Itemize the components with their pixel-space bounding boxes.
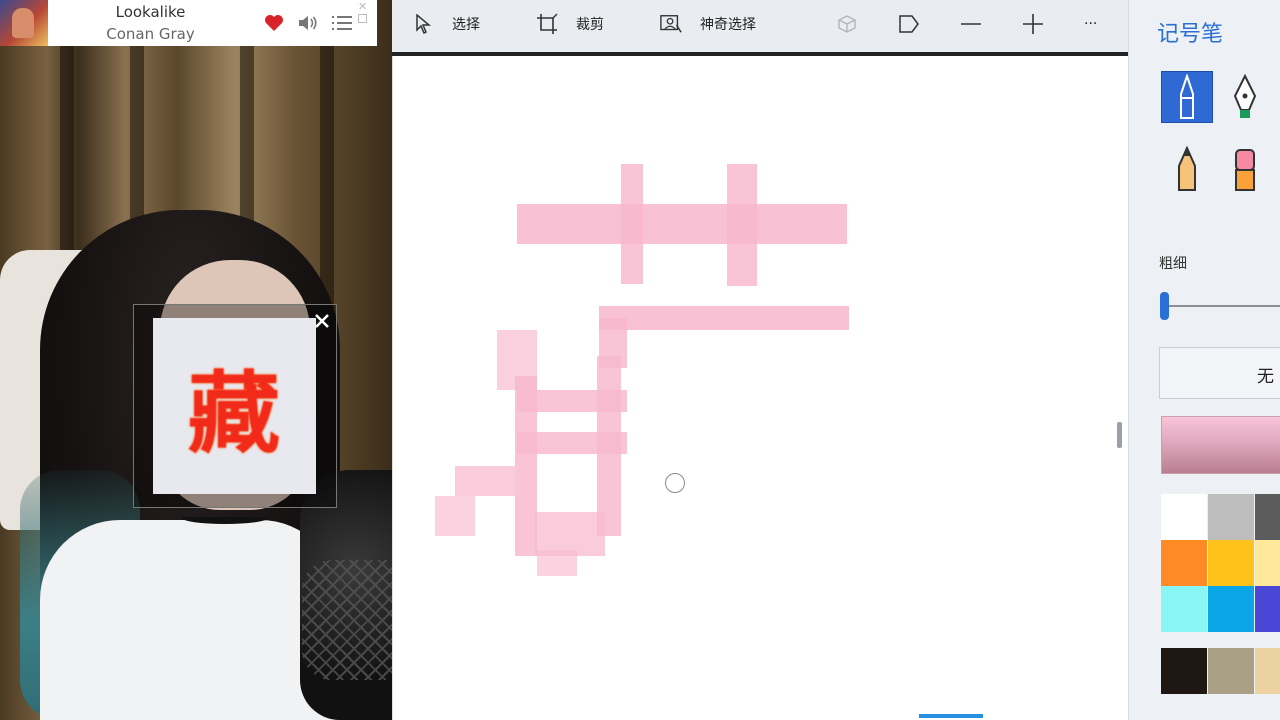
screen: Lookalike Conan Gray ✕ 藏 选择 裁剪 神奇选择 ··· … (0, 0, 1280, 720)
zoom-in-button[interactable] (1022, 0, 1044, 48)
overlay-close-icon[interactable] (312, 311, 332, 331)
stroke-segment (599, 306, 849, 330)
more-options-icon: ··· (1084, 16, 1098, 32)
crop-icon (536, 13, 558, 35)
stroke-segment (621, 164, 643, 284)
magic-select-label: 神奇选择 (700, 17, 756, 33)
stroke-segment (537, 550, 577, 576)
drawing-canvas[interactable] (392, 56, 1128, 720)
panel-title: 记号笔 (1157, 22, 1224, 47)
reference-card: 藏 (153, 318, 316, 494)
thickness-label: 粗细 (1159, 256, 1187, 272)
marker-pen-button[interactable] (1161, 71, 1213, 123)
current-color-preview[interactable] (1161, 416, 1280, 474)
color-swatch[interactable] (1255, 586, 1280, 632)
color-swatch[interactable] (1255, 494, 1280, 540)
thickness-slider-thumb[interactable] (1160, 292, 1169, 320)
person-shirt (40, 520, 340, 720)
more-options-button[interactable]: ··· (1084, 0, 1097, 48)
calligraphy-pen-button[interactable] (1219, 71, 1271, 123)
volume-icon[interactable] (297, 12, 319, 34)
sticker-button[interactable] (898, 0, 920, 48)
widget-maximize-icon[interactable] (358, 14, 367, 23)
view-3d-button[interactable] (836, 0, 858, 48)
view-3d-icon (836, 13, 858, 35)
stroke-segment (597, 356, 621, 536)
crop-tool-button[interactable]: 裁剪 (536, 0, 604, 48)
texture-dropdown[interactable]: 无 (1159, 347, 1280, 399)
thickness-slider-track[interactable] (1163, 305, 1280, 307)
eraser-icon (1235, 149, 1255, 191)
music-player-widget: Lookalike Conan Gray ✕ (0, 0, 377, 46)
heart-icon[interactable] (263, 12, 285, 34)
track-info: Lookalike Conan Gray (48, 1, 253, 45)
pencil-icon (1178, 146, 1196, 191)
stroke-segment (727, 164, 757, 286)
plus-icon (1022, 13, 1044, 35)
color-swatch[interactable] (1161, 648, 1207, 694)
music-controls (263, 12, 353, 34)
panel-resize-handle[interactable] (1117, 422, 1122, 448)
microphone-mesh (302, 560, 392, 680)
person-choker (182, 512, 268, 524)
stroke-segment (517, 204, 847, 244)
reference-overlay: 藏 (133, 304, 337, 508)
brush-cursor (665, 473, 685, 493)
color-swatch[interactable] (1255, 540, 1280, 586)
brush-panel: 记号笔 粗细 无 (1128, 0, 1280, 720)
stroke-segment (455, 466, 515, 496)
color-swatch[interactable] (1208, 648, 1254, 694)
select-cursor-icon (412, 13, 434, 35)
album-art (0, 0, 48, 46)
stroke-segment (435, 496, 475, 536)
color-swatch[interactable] (1208, 494, 1254, 540)
marker-icon (1180, 74, 1194, 119)
color-swatch[interactable] (1161, 540, 1207, 586)
calligraphy-pen-icon (1233, 74, 1257, 118)
eraser-button[interactable] (1219, 143, 1271, 195)
track-title: Lookalike (115, 3, 186, 21)
magic-select-button[interactable]: 神奇选择 (660, 0, 756, 48)
color-swatch[interactable] (1161, 494, 1207, 540)
color-swatch[interactable] (1161, 586, 1207, 632)
reference-character: 藏 (188, 361, 281, 465)
color-swatch[interactable] (1208, 540, 1254, 586)
crop-tool-label: 裁剪 (576, 17, 604, 33)
paint-toolbar: 选择 裁剪 神奇选择 ··· (392, 0, 1128, 52)
minus-icon (960, 13, 982, 35)
pink-strokes (435, 164, 849, 576)
horizontal-scroll-indicator[interactable] (919, 714, 983, 718)
menu-icon[interactable] (331, 12, 353, 34)
color-swatch[interactable] (1208, 586, 1254, 632)
pencil-button[interactable] (1161, 143, 1213, 195)
stroke-segment (535, 512, 605, 556)
track-artist: Conan Gray (106, 25, 195, 43)
flag-icon (898, 13, 920, 35)
select-tool-button[interactable]: 选择 (412, 0, 480, 48)
texture-value: 无 (1257, 367, 1274, 387)
widget-close-icon[interactable]: ✕ (358, 0, 367, 13)
color-swatch[interactable] (1255, 648, 1280, 694)
zoom-out-button[interactable] (960, 0, 982, 48)
magic-select-icon (660, 13, 682, 35)
select-tool-label: 选择 (452, 17, 480, 33)
